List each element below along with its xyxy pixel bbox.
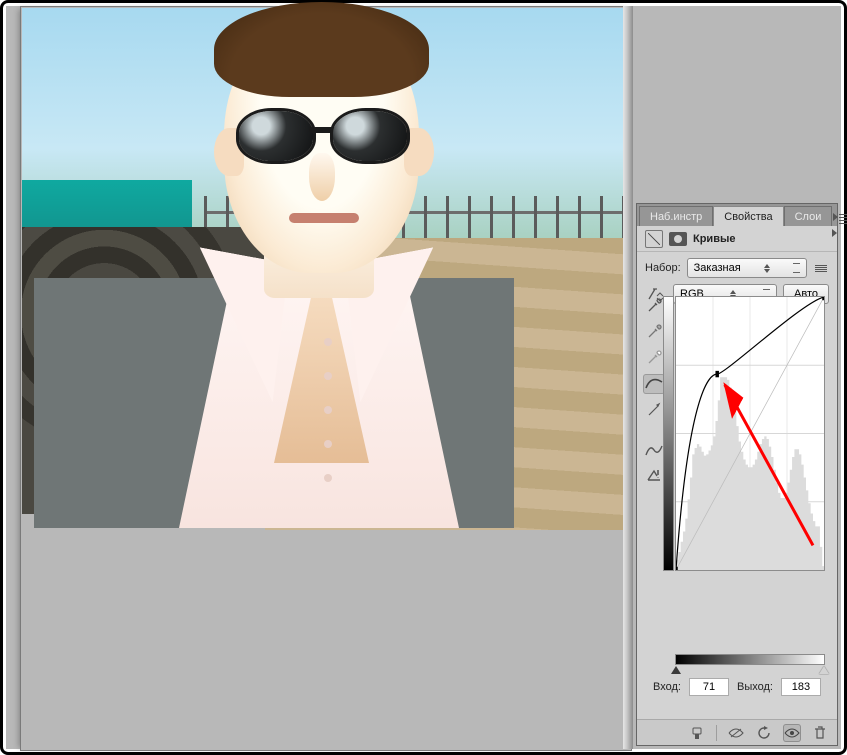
curves-graph[interactable] xyxy=(675,296,825,571)
preset-menu-icon[interactable] xyxy=(813,265,829,272)
white-point-eyedropper-icon[interactable] xyxy=(643,348,665,368)
curves-icon xyxy=(645,230,663,248)
document-window[interactable] xyxy=(20,6,632,751)
adjustment-header: Кривые xyxy=(637,226,837,252)
input-gradient xyxy=(675,654,825,665)
toggle-visibility-icon[interactable] xyxy=(783,724,801,742)
panel-footer xyxy=(637,719,837,745)
preset-value: Заказная xyxy=(694,262,741,274)
preset-dropdown[interactable]: Заказная xyxy=(687,258,807,278)
draw-curve-icon[interactable] xyxy=(643,400,665,420)
clip-warning-icon[interactable] xyxy=(643,466,665,486)
input-field[interactable]: 71 xyxy=(689,678,729,696)
canvas-area[interactable] xyxy=(6,6,633,749)
mask-icon[interactable] xyxy=(669,232,687,246)
image-canvas[interactable] xyxy=(22,8,630,530)
black-point-eyedropper-icon[interactable] xyxy=(643,296,665,316)
gray-point-eyedropper-icon[interactable] xyxy=(643,322,665,342)
panel-menu-icon[interactable] xyxy=(839,210,847,226)
output-gradient xyxy=(663,296,674,571)
tab-layers[interactable]: Слои xyxy=(784,206,833,226)
output-field[interactable]: 183 xyxy=(781,678,821,696)
output-label: Выход: xyxy=(737,681,773,693)
trash-icon[interactable] xyxy=(811,724,829,742)
smooth-icon[interactable] xyxy=(643,440,665,460)
panel-title: Кривые xyxy=(693,233,735,245)
panel-collapse-icon[interactable] xyxy=(832,210,837,226)
edit-points-icon[interactable] xyxy=(643,374,665,394)
tab-tool-presets[interactable]: Наб.инстр xyxy=(639,206,713,226)
reset-icon[interactable] xyxy=(755,724,773,742)
preset-label: Набор: xyxy=(645,262,681,274)
view-previous-icon[interactable] xyxy=(727,724,745,742)
properties-panel: Наб.инстр Свойства Слои Кривые Набор: За… xyxy=(636,203,838,746)
input-label: Вход: xyxy=(653,681,681,693)
tab-properties[interactable]: Свойства xyxy=(713,206,783,226)
pin-icon[interactable] xyxy=(688,724,706,742)
panel-tabs: Наб.инстр Свойства Слои xyxy=(637,204,837,226)
